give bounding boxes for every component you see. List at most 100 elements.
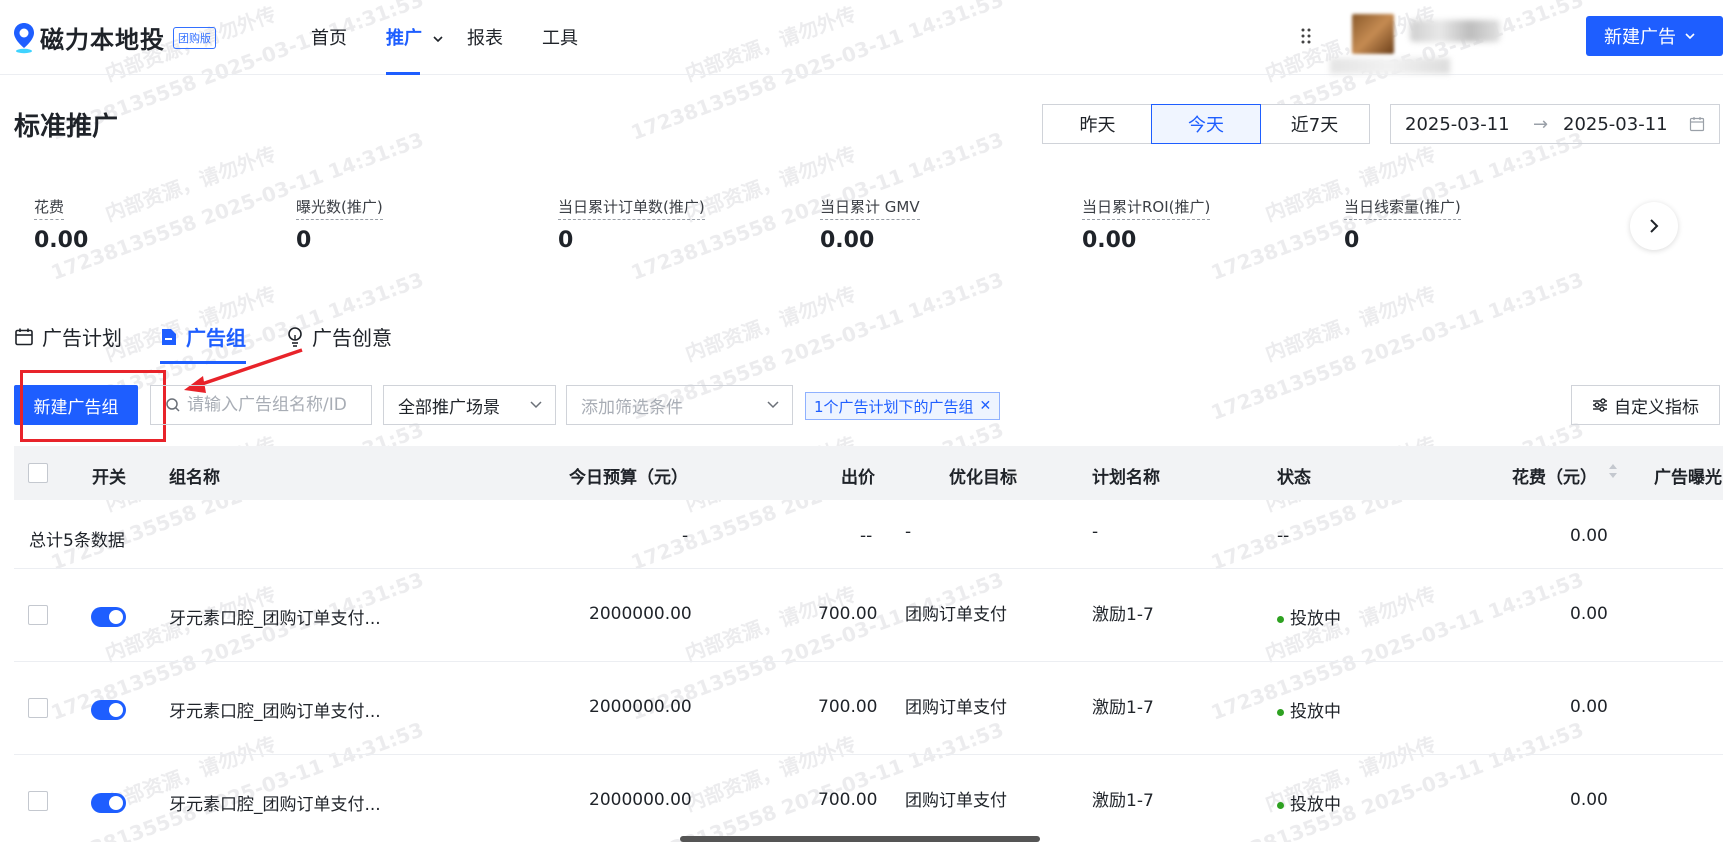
tab-active-indicator: [160, 361, 246, 364]
metric-leads: 当日线索量(推广) 0: [1344, 196, 1461, 253]
metric-label: 当日累计ROI(推广): [1082, 196, 1211, 220]
tab-ad-group[interactable]: 广告组: [160, 322, 246, 351]
chevron-down-icon: [767, 401, 779, 409]
custom-metrics-button[interactable]: 自定义指标: [1571, 385, 1720, 425]
select-all-checkbox[interactable]: [28, 463, 48, 483]
column-header-status: 状态: [1277, 468, 1311, 488]
watermark-text: 内部资源，请勿外传: [681, 281, 860, 366]
user-name-blurred[interactable]: [1410, 20, 1500, 42]
search-input[interactable]: [187, 395, 367, 415]
nav-item-promotion-label: 推广: [386, 28, 422, 49]
row-checkbox[interactable]: [28, 605, 48, 625]
nav-item-reports[interactable]: 报表: [467, 24, 503, 50]
row-toggle-switch[interactable]: [91, 607, 126, 627]
column-header-plan-name: 计划名称: [1092, 468, 1160, 488]
summary-spend: 0.00: [1570, 526, 1608, 546]
row-status-label: 投放中: [1290, 795, 1341, 815]
row-status-label: 投放中: [1290, 609, 1341, 629]
metric-value: 0: [1344, 228, 1360, 253]
status-dot-icon: [1277, 615, 1284, 623]
new-ad-button-label: 新建广告: [1604, 27, 1676, 48]
row-budget: 2000000.00: [589, 697, 692, 717]
user-subtitle-blurred: [1330, 58, 1450, 74]
chevron-right-icon: [1650, 219, 1659, 233]
row-group-name[interactable]: 牙元素口腔_团购订单支付...: [169, 697, 381, 722]
date-preset-yesterday[interactable]: 昨天: [1042, 104, 1153, 144]
row-status: 投放中: [1277, 790, 1341, 815]
ad-group-search[interactable]: [150, 385, 372, 425]
status-dot-icon: [1277, 708, 1284, 716]
horizontal-scrollbar[interactable]: [680, 836, 1040, 842]
row-group-name[interactable]: 牙元素口腔_团购订单支付...: [169, 604, 381, 629]
table-row: 牙元素口腔_团购订单支付... 2000000.00 700.00 团购订单支付…: [14, 569, 1723, 662]
tab-ad-plan[interactable]: 广告计划: [14, 322, 122, 351]
metric-value: 0: [296, 228, 312, 253]
row-toggle-switch[interactable]: [91, 793, 126, 813]
table-row: 牙元素口腔_团购订单支付... 2000000.00 700.00 团购订单支付…: [14, 662, 1723, 755]
row-checkbox[interactable]: [28, 698, 48, 718]
summary-plan: -: [1092, 522, 1099, 542]
page-title: 标准推广: [14, 112, 119, 142]
nav-item-promotion[interactable]: 推广: [386, 24, 444, 50]
row-plan-name[interactable]: 激励1-7: [1092, 600, 1154, 625]
metric-value: 0.00: [820, 228, 875, 253]
row-spend: 0.00: [1570, 790, 1608, 810]
metric-value: 0: [558, 228, 574, 253]
metric-label: 曝光数(推广): [296, 196, 383, 220]
metric-label: 花费: [34, 196, 65, 220]
table-summary-row: 总计5条数据 - -- - - -- 0.00: [14, 500, 1723, 569]
metric-label: 当日线索量(推广): [1344, 196, 1461, 220]
metric-roi: 当日累计ROI(推广) 0.00: [1082, 196, 1211, 253]
scene-select[interactable]: 全部推广场景: [383, 385, 556, 425]
column-header-budget: 今日预算（元）: [569, 468, 688, 488]
chevron-down-icon: [530, 401, 542, 409]
metric-value: 0.00: [34, 228, 89, 253]
date-start[interactable]: 2025-03-11: [1405, 114, 1510, 135]
row-status-label: 投放中: [1290, 702, 1341, 722]
date-end[interactable]: 2025-03-11: [1563, 114, 1668, 135]
active-filter-label: 1个广告计划下的广告组: [814, 397, 974, 416]
row-plan-name[interactable]: 激励1-7: [1092, 786, 1154, 811]
user-avatar[interactable]: [1352, 14, 1394, 54]
row-budget: 2000000.00: [589, 604, 692, 624]
column-header-spend[interactable]: 花费（元）: [1512, 463, 1597, 488]
row-bid: 700.00: [818, 697, 878, 717]
row-toggle-switch[interactable]: [91, 700, 126, 720]
row-goal: 团购订单支付: [905, 791, 1007, 811]
add-filter-placeholder: 添加筛选条件: [581, 397, 683, 418]
date-preset-7days[interactable]: 近7天: [1259, 104, 1370, 144]
scene-select-value: 全部推广场景: [398, 397, 500, 418]
row-plan-name[interactable]: 激励1-7: [1092, 693, 1154, 718]
new-ad-button[interactable]: 新建广告: [1586, 16, 1723, 56]
tab-ad-creative[interactable]: 广告创意: [286, 322, 392, 351]
folder-icon: [162, 328, 176, 345]
date-preset-today[interactable]: 今天: [1151, 104, 1261, 144]
row-status: 投放中: [1277, 697, 1341, 722]
add-filter-select[interactable]: 添加筛选条件: [566, 385, 793, 425]
apps-grid-icon[interactable]: [1300, 26, 1312, 46]
nav-item-home[interactable]: 首页: [311, 24, 347, 50]
metric-label: 当日累计订单数(推广): [558, 196, 705, 220]
nav-item-tools[interactable]: 工具: [542, 24, 578, 50]
date-range-picker[interactable]: 2025-03-11 → 2025-03-11: [1390, 104, 1720, 144]
active-filter-tag: 1个广告计划下的广告组 ✕: [805, 392, 1001, 420]
table-row: 牙元素口腔_团购订单支付... 2000000.00 700.00 团购订单支付…: [14, 755, 1723, 842]
row-checkbox[interactable]: [28, 791, 48, 811]
tab-label: 广告创意: [312, 326, 392, 350]
top-navigation-bar: 磁力本地投 团购版 首页 推广 报表 工具 新建广告: [0, 0, 1723, 75]
watermark-text: 内部资源，请勿外传: [1261, 281, 1440, 366]
sort-icon[interactable]: [1608, 461, 1618, 481]
custom-metrics-label: 自定义指标: [1614, 397, 1699, 418]
row-goal: 团购订单支付: [905, 605, 1007, 625]
metrics-next-button[interactable]: [1630, 202, 1678, 250]
brand-badge: 团购版: [173, 26, 216, 49]
summary-status: --: [1277, 526, 1290, 546]
column-header-switch: 开关: [92, 468, 126, 488]
row-group-name[interactable]: 牙元素口腔_团购订单支付...: [169, 790, 381, 815]
brand-logo[interactable]: 磁力本地投 团购版: [12, 20, 216, 55]
close-icon[interactable]: ✕: [980, 398, 992, 414]
chevron-down-icon: [433, 36, 443, 43]
row-spend: 0.00: [1570, 604, 1608, 624]
nav-active-indicator: [386, 72, 420, 75]
metric-spend: 花费 0.00: [34, 196, 88, 253]
